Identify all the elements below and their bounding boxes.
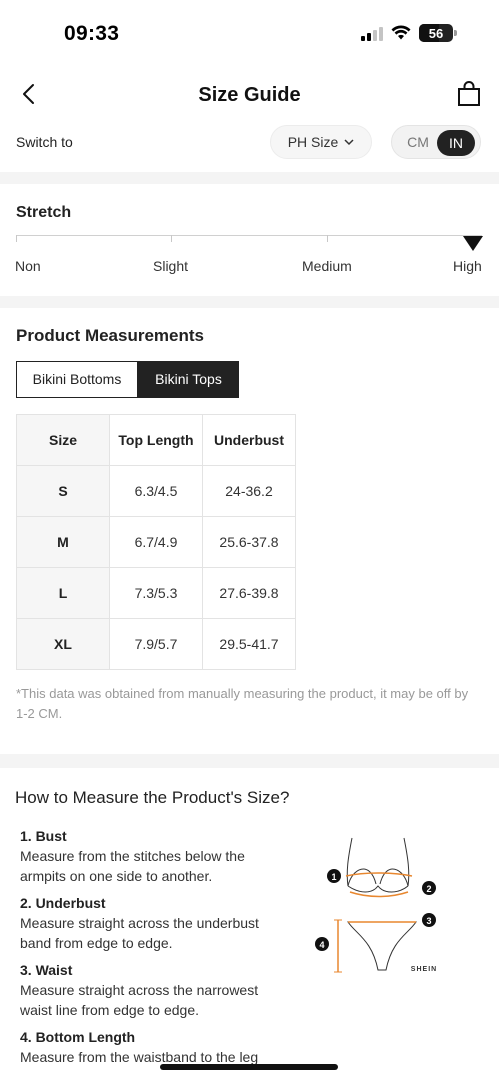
stretch-title: Stretch <box>16 204 72 221</box>
stretch-selected-marker <box>463 236 483 251</box>
table-row: XL 7.9/5.7 29.5-41.7 <box>16 618 296 670</box>
table-cell: 27.6-39.8 <box>202 567 296 619</box>
home-indicator[interactable] <box>160 1064 338 1070</box>
marker-2: 2 <box>426 884 431 894</box>
step-title: 1. Bust <box>20 828 67 844</box>
step-title: 4. Bottom Length <box>20 1029 136 1045</box>
table-header: Top Length <box>109 414 203 466</box>
measure-step: 2. Underbust Measure straight across the… <box>20 893 290 953</box>
bikini-measure-illustration: 1 2 3 4 SHEIN <box>315 837 437 973</box>
table-header: Underbust <box>202 414 296 466</box>
stretch-tick <box>16 235 17 242</box>
table-cell-size: XL <box>16 618 110 670</box>
stretch-label-slight: Slight <box>153 258 189 274</box>
size-table: Size Top Length Underbust S 6.3/4.5 24-3… <box>16 414 296 670</box>
measure-step: 3. Waist Measure straight across the nar… <box>20 960 290 1020</box>
section-divider <box>0 754 499 768</box>
stretch-label-non: Non <box>15 258 41 274</box>
wifi-icon <box>391 25 411 40</box>
table-row: M 6.7/4.9 25.6-37.8 <box>16 516 296 568</box>
step-text: Measure straight across the narrowest wa… <box>20 982 259 1018</box>
measure-step: 1. Bust Measure from the stitches below … <box>20 826 290 886</box>
table-cell: 29.5-41.7 <box>202 618 296 670</box>
unit-option-in[interactable]: IN <box>437 130 475 156</box>
table-cell: 6.7/4.9 <box>109 516 203 568</box>
size-system-select[interactable]: PH Size <box>270 125 372 159</box>
table-cell-size: L <box>16 567 110 619</box>
table-cell-size: S <box>16 465 110 517</box>
stretch-label-medium: Medium <box>302 258 352 274</box>
stretch-scale <box>16 235 482 236</box>
page-title: Size Guide <box>198 84 301 106</box>
unit-option-cm[interactable]: CM <box>398 130 438 154</box>
how-to-measure-title: How to Measure the Product's Size? <box>15 788 290 807</box>
brand-watermark: SHEIN <box>411 966 437 973</box>
unit-toggle[interactable]: CM IN <box>391 125 481 159</box>
tab-bikini-bottoms[interactable]: Bikini Bottoms <box>16 361 138 398</box>
switch-label: Switch to <box>16 134 73 150</box>
section-divider <box>0 296 499 308</box>
step-title: 2. Underbust <box>20 895 106 911</box>
status-time: 09:33 <box>64 22 120 45</box>
table-cell: 7.9/5.7 <box>109 618 203 670</box>
shopping-bag-icon <box>458 81 480 106</box>
marker-4: 4 <box>319 940 324 950</box>
tab-bikini-tops[interactable]: Bikini Tops <box>138 361 239 398</box>
step-title: 3. Waist <box>20 962 73 978</box>
chevron-down-icon <box>344 139 354 146</box>
table-cell: 24-36.2 <box>202 465 296 517</box>
measurement-disclaimer: *This data was obtained from manually me… <box>16 686 469 721</box>
size-system-value: PH Size <box>287 134 339 150</box>
status-bar: 09:33 56 <box>0 0 499 66</box>
header: Size Guide <box>0 70 499 120</box>
table-cell-size: M <box>16 516 110 568</box>
step-text: Measure straight across the underbust ba… <box>20 915 259 951</box>
stretch-label-high: High <box>453 258 482 274</box>
measure-steps: 1. Bust Measure from the stitches below … <box>20 826 290 1074</box>
table-cell: 7.3/5.3 <box>109 567 203 619</box>
shopping-bag-button[interactable] <box>455 80 483 108</box>
stretch-tick <box>327 235 328 242</box>
stretch-tick <box>171 235 172 242</box>
marker-3: 3 <box>426 916 431 926</box>
table-cell: 6.3/4.5 <box>109 465 203 517</box>
measure-step: 4. Bottom Length Measure from the waistb… <box>20 1027 290 1067</box>
table-row: L 7.3/5.3 27.6-39.8 <box>16 567 296 619</box>
switch-row: Switch to PH Size CM IN <box>0 122 499 172</box>
signal-icon <box>361 25 383 41</box>
table-header-row: Size Top Length Underbust <box>16 414 296 466</box>
table-row: S 6.3/4.5 24-36.2 <box>16 465 296 517</box>
table-header: Size <box>16 414 110 466</box>
marker-1: 1 <box>331 872 336 882</box>
table-cell: 25.6-37.8 <box>202 516 296 568</box>
product-measurements-title: Product Measurements <box>16 326 204 345</box>
status-icons: 56 <box>361 24 457 42</box>
step-text: Measure from the stitches below the armp… <box>20 848 245 884</box>
section-divider <box>0 172 499 184</box>
battery-level: 56 <box>428 25 444 41</box>
battery-icon: 56 <box>419 24 457 42</box>
